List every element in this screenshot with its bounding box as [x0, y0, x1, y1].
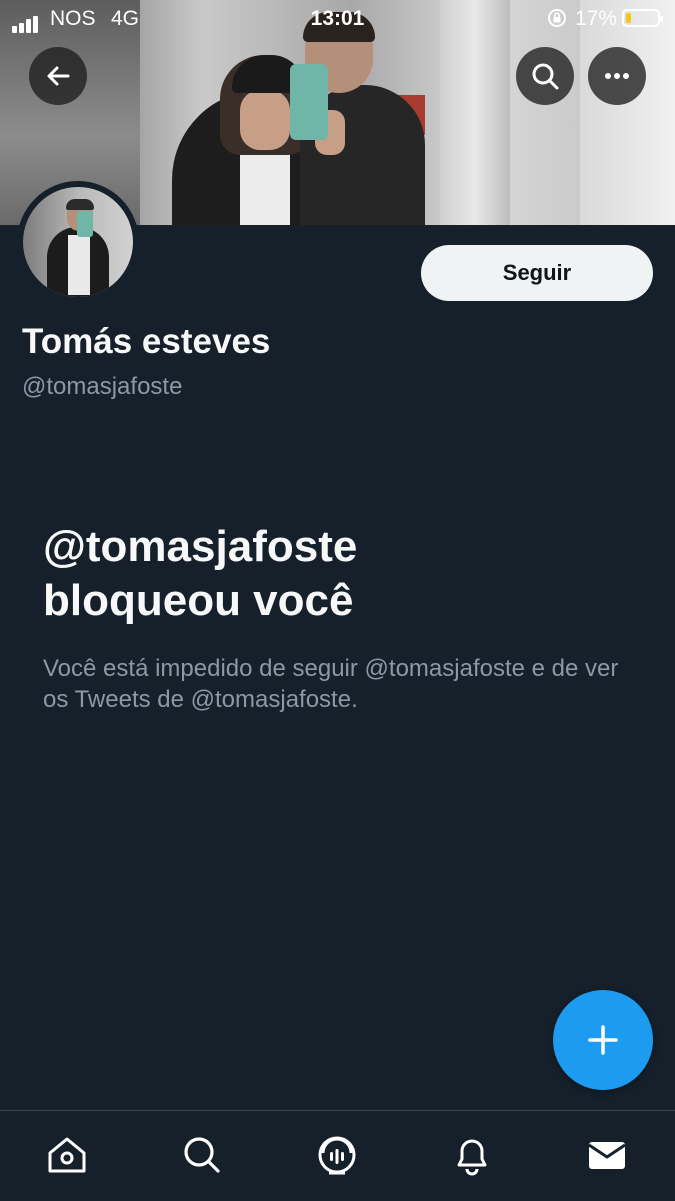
profile-handle: @tomasjafoste	[22, 373, 183, 400]
banner-phone	[290, 64, 328, 140]
nav-search[interactable]	[180, 1133, 224, 1177]
battery-level-fill	[626, 13, 631, 23]
battery-icon	[622, 9, 663, 27]
avatar-image	[23, 187, 133, 297]
banner-shirt	[240, 150, 290, 225]
nav-messages[interactable]	[585, 1133, 629, 1177]
battery-percent: 17%	[575, 7, 618, 30]
nav-spaces[interactable]	[315, 1133, 359, 1177]
arrow-left-icon	[47, 66, 70, 86]
back-button[interactable]	[29, 47, 87, 105]
blocked-title: @tomasjafoste bloqueou você	[43, 520, 643, 628]
search-icon	[532, 63, 559, 90]
blocked-title-handle: @tomasjafoste	[43, 522, 358, 571]
more-horizontal-icon	[605, 73, 629, 79]
follow-button[interactable]: Seguir	[421, 245, 653, 301]
nav-notifications[interactable]	[450, 1133, 494, 1177]
plus-icon	[588, 1025, 618, 1055]
compose-tweet-button[interactable]	[553, 990, 653, 1090]
envelope-icon	[588, 1142, 626, 1169]
spaces-icon	[318, 1136, 356, 1175]
home-icon	[48, 1137, 86, 1173]
search-icon	[184, 1137, 220, 1173]
blocked-message: Você está impedido de seguir @tomasjafos…	[43, 655, 619, 713]
banner-face	[240, 90, 290, 150]
blocked-title-text: bloqueou você	[43, 576, 354, 625]
bottom-nav	[0, 1110, 675, 1201]
orientation-lock-icon	[548, 9, 566, 27]
nav-home[interactable]	[45, 1133, 89, 1177]
profile-display-name: Tomás esteves	[22, 322, 271, 361]
avatar[interactable]	[17, 181, 139, 303]
status-bar: NOS 4G 13:01 17%	[0, 0, 675, 36]
bell-icon	[457, 1139, 487, 1176]
clock: 13:01	[310, 7, 365, 30]
search-button[interactable]	[516, 47, 574, 105]
more-button[interactable]	[588, 47, 646, 105]
